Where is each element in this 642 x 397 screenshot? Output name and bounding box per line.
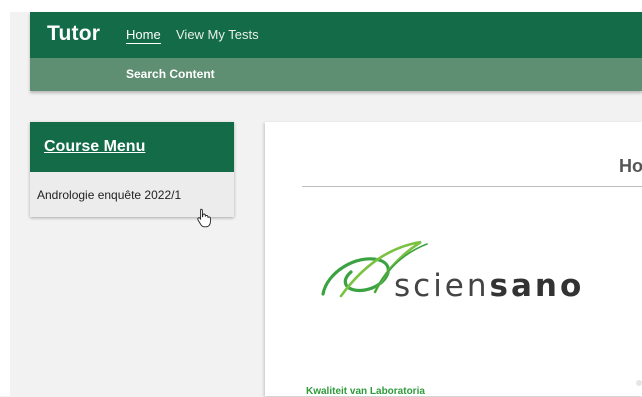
- sciensano-logo-wordmark: sciensano: [394, 268, 584, 304]
- window-left-frame: [0, 0, 10, 396]
- logo-text-light: scien: [394, 268, 490, 304]
- main-content-panel: Ho sciensano Kwaliteit van Laboratoria: [265, 122, 642, 397]
- brand-logo[interactable]: Tutor: [47, 22, 100, 46]
- kwaliteit-laboratoria-link[interactable]: Kwaliteit van Laboratoria: [306, 386, 425, 397]
- nav-view-my-tests-link[interactable]: View My Tests: [176, 27, 259, 42]
- site-header: Tutor Home View My Tests Search Content: [30, 12, 642, 91]
- top-nav-bar: Tutor Home View My Tests: [30, 12, 642, 58]
- course-menu-item[interactable]: Andrologie enquête 2022/1: [37, 188, 181, 202]
- content-page-title: Ho: [619, 156, 642, 176]
- corner-shadow: [636, 380, 642, 386]
- course-menu-card: Course Menu Andrologie enquête 2022/1: [30, 122, 234, 217]
- logo-text-bold: sano: [489, 268, 585, 304]
- hand-pointer-cursor-icon: [197, 208, 211, 228]
- course-menu-header: Course Menu: [30, 122, 234, 172]
- title-divider: [302, 186, 642, 187]
- nav-home-link[interactable]: Home: [126, 27, 161, 44]
- window-top-frame: [0, 0, 642, 12]
- search-content-link[interactable]: Search Content: [126, 67, 215, 81]
- sub-nav-bar: Search Content: [30, 58, 642, 91]
- course-menu-title[interactable]: Course Menu: [44, 138, 145, 156]
